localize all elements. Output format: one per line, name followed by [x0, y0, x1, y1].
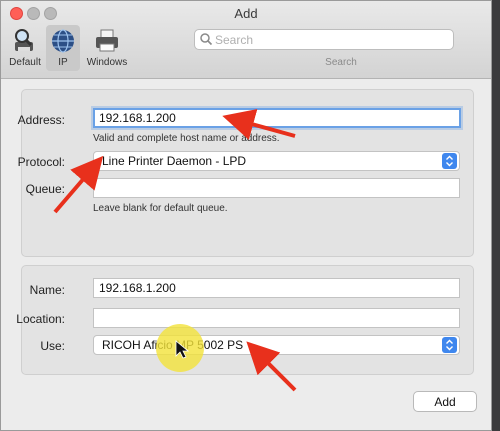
- search-placeholder: Search: [215, 33, 254, 47]
- tab-windows[interactable]: Windows: [83, 25, 131, 71]
- magnifier-printer-icon: [15, 29, 33, 51]
- protocol-label: Protocol:: [17, 155, 65, 169]
- desktop-edge: [492, 0, 500, 431]
- name-label: Name:: [29, 283, 65, 297]
- chevron-updown-icon: [442, 337, 457, 353]
- tab-default-label: Default: [9, 57, 41, 68]
- search-icon: [200, 33, 213, 46]
- address-field[interactable]: 192.168.1.200: [93, 108, 461, 128]
- add-button[interactable]: Add: [413, 391, 477, 412]
- queue-hint: Leave blank for default queue.: [93, 203, 228, 214]
- add-printer-window: Add Default IP Windows Search Search Add…: [0, 0, 492, 431]
- name-field[interactable]: 192.168.1.200: [93, 278, 460, 298]
- search-input[interactable]: Search: [194, 29, 454, 50]
- queue-field[interactable]: [93, 178, 460, 198]
- ip-settings-group: Address: 192.168.1.200 Valid and complet…: [17, 89, 474, 257]
- printer-icon: [96, 29, 118, 52]
- use-driver-select[interactable]: RICOH Aficio MP 5002 PS: [93, 335, 460, 355]
- use-value: RICOH Aficio MP 5002 PS: [102, 338, 244, 352]
- protocol-select[interactable]: Line Printer Daemon - LPD: [93, 151, 460, 171]
- tab-default[interactable]: Default: [5, 25, 45, 71]
- globe-icon: [52, 29, 74, 53]
- printer-details-group: Name: 192.168.1.200 Location: Use: RICOH…: [16, 265, 474, 375]
- use-label: Use:: [40, 339, 65, 353]
- chevron-updown-icon: [442, 153, 457, 169]
- titlebar: Add Default IP Windows Search Search: [1, 1, 491, 79]
- tab-windows-label: Windows: [86, 57, 128, 68]
- address-hint: Valid and complete host name or address.: [93, 133, 280, 144]
- protocol-value: Line Printer Daemon - LPD: [102, 154, 247, 168]
- tab-ip[interactable]: IP: [46, 25, 80, 71]
- location-label: Location:: [16, 312, 65, 326]
- tab-ip-label: IP: [58, 57, 68, 68]
- queue-label: Queue:: [25, 182, 65, 196]
- search-caption: Search: [325, 57, 357, 68]
- location-field[interactable]: [93, 308, 460, 328]
- address-label: Address:: [17, 113, 65, 127]
- window-title: Add: [234, 6, 258, 21]
